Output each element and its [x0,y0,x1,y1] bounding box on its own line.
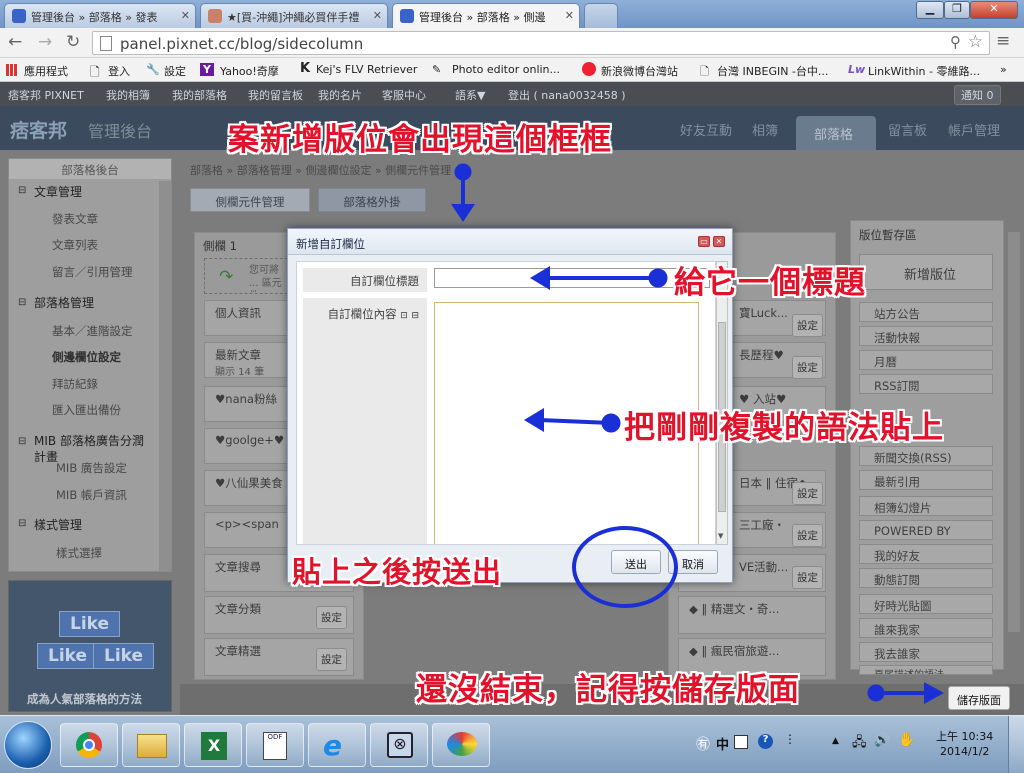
highlight-circle [572,526,678,608]
internet-explorer-icon: e [323,729,342,762]
taskbar-explorer[interactable] [122,723,180,767]
volume-icon[interactable]: 🔊 [874,733,890,748]
annotation-paste-code: 把剛剛複製的語法貼上 [624,410,944,446]
ime-icon[interactable]: ㊒ [696,734,710,754]
annotation-save-layout: 還沒結束，記得按儲存版面 [416,672,800,708]
ime-language[interactable]: 中 [716,734,729,753]
folder-icon [137,734,167,758]
taskbar-odf[interactable]: ODF [246,723,304,767]
tool-app-icon: ⊗ [387,732,413,758]
ime-options-icon[interactable]: ⋮ [784,732,796,746]
tray-expand-icon[interactable]: ▲ [832,736,839,746]
help-icon[interactable]: ? [758,734,773,749]
arrow-left-head [524,408,544,432]
start-orb-icon[interactable] [4,721,52,769]
clock-date[interactable]: 2014/1/2 [940,745,989,758]
taskbar-excel[interactable]: X [184,723,242,767]
taskbar-tool[interactable]: ⊗ [370,723,428,767]
excel-icon: X [201,732,227,760]
annotation-dialog-appears: 案新增版位會出現這個框框 [228,122,612,158]
annotation-press-submit: 貼上之後按送出 [292,555,503,589]
ime-mode-icon[interactable] [734,735,748,749]
show-desktop-button[interactable] [1008,716,1024,773]
arrow-left-line [539,418,612,425]
arrow-down-head [451,204,475,222]
taskbar-chrome[interactable] [60,723,118,767]
network-icon[interactable]: 🖧 [852,733,867,755]
clock-time[interactable]: 上午 10:34 [936,728,993,744]
arrow-right-head [924,682,944,704]
annotation-give-title: 給它一個標題 [674,265,866,301]
chrome-center [83,739,95,751]
paint-palette-icon [447,732,477,756]
arrow-left-head [530,266,550,290]
windows-taskbar: X ODF e ⊗ ㊒ 中 ? ⋮ ▲ 🖧 🔊 ✋ 上午 10:34 2014/… [0,715,1024,773]
taskbar-ie[interactable]: e [308,723,366,767]
odf-document-icon: ODF [263,732,287,760]
tray-app-icon[interactable]: ✋ [898,732,915,748]
taskbar-paint[interactable] [432,723,490,767]
